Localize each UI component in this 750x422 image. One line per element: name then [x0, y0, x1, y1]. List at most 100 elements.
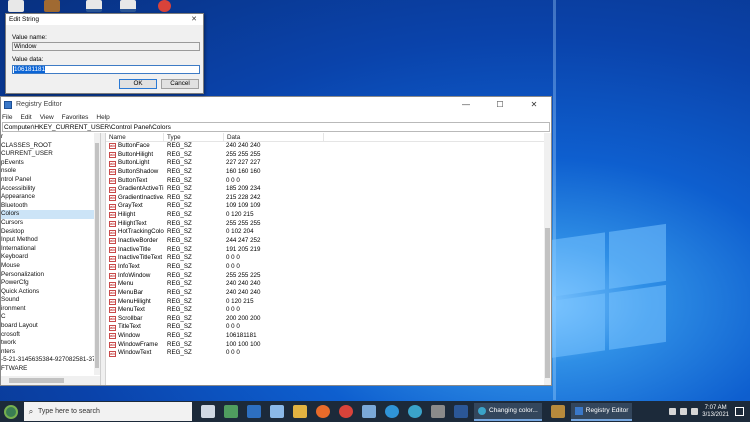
desktop-folder-icon[interactable] — [44, 0, 60, 12]
maximize-button[interactable]: ☐ — [483, 97, 517, 112]
table-row[interactable]: ab MenuHilight REG_SZ 0 120 215 — [106, 298, 551, 307]
table-row[interactable]: ab WindowFrame REG_SZ 100 100 100 — [106, 341, 551, 350]
table-row[interactable]: ab MenuBar REG_SZ 240 240 240 — [106, 289, 551, 298]
title-bar[interactable]: Registry Editor — ☐ ✕ — [1, 97, 551, 112]
table-row[interactable]: ab InfoText REG_SZ 0 0 0 — [106, 263, 551, 272]
menu-favorites[interactable]: Favorites — [62, 114, 89, 121]
chevron-up-icon[interactable] — [669, 408, 677, 415]
clock[interactable]: 7:07 AM 3/13/2021 — [702, 405, 729, 419]
photos-icon[interactable] — [270, 405, 284, 418]
firefox-icon[interactable] — [316, 405, 330, 418]
tree-item[interactable]: Keyboard — [1, 253, 100, 262]
table-row[interactable]: ab InactiveTitleText REG_SZ 0 0 0 — [106, 254, 551, 263]
table-row[interactable]: ab GradientActiveTi... REG_SZ 185 209 234 — [106, 185, 551, 194]
tree-horizontal-scrollbar[interactable] — [1, 376, 100, 385]
tree-item[interactable]: Input Method — [1, 236, 100, 245]
tree-item[interactable]: crosoft — [1, 331, 100, 340]
skype-icon[interactable] — [385, 405, 399, 418]
word-icon[interactable] — [454, 405, 468, 418]
dialog-title-bar[interactable]: Edit String ✕ — [6, 14, 203, 25]
table-row[interactable]: ab ButtonFace REG_SZ 240 240 240 — [106, 142, 551, 151]
tree-item[interactable]: nters — [1, 348, 100, 357]
tree-item[interactable]: ironment — [1, 305, 100, 314]
tree-item[interactable]: Mouse — [1, 262, 100, 271]
desktop-chrome-icon[interactable] — [158, 0, 171, 12]
tree-item[interactable]: Bluetooth — [1, 202, 100, 211]
volume-icon[interactable] — [691, 408, 699, 415]
task-view-icon[interactable] — [201, 405, 215, 418]
table-row[interactable]: ab ButtonLight REG_SZ 227 227 227 — [106, 159, 551, 168]
calculator-icon[interactable] — [224, 405, 238, 418]
ok-button[interactable]: OK — [119, 79, 157, 89]
tree-item[interactable]: Appearance — [1, 193, 100, 202]
edge-icon[interactable] — [408, 405, 422, 418]
tree-item[interactable]: FTWARE — [1, 365, 100, 374]
table-row[interactable]: ab MenuText REG_SZ 0 0 0 — [106, 306, 551, 315]
table-row[interactable]: ab InfoWindow REG_SZ 255 255 225 — [106, 272, 551, 281]
table-row[interactable]: ab ButtonHilight REG_SZ 255 255 255 — [106, 151, 551, 160]
tree-item[interactable]: Desktop — [1, 228, 100, 237]
tree-item[interactable]: Sound — [1, 296, 100, 305]
notification-icon[interactable] — [735, 407, 744, 416]
column-name-header[interactable]: Name — [106, 133, 164, 141]
table-row[interactable]: ab ButtonShadow REG_SZ 160 160 160 — [106, 168, 551, 177]
tree-item[interactable]: C — [1, 313, 100, 322]
column-data-header[interactable]: Data — [224, 133, 324, 141]
minimize-button[interactable]: — — [449, 97, 483, 112]
table-row[interactable]: ab HotTrackingColor REG_SZ 0 102 204 — [106, 228, 551, 237]
value-name-field[interactable]: Window — [12, 42, 200, 51]
address-path[interactable]: Computer\HKEY_CURRENT_USER\Control Panel… — [4, 124, 171, 131]
network-icon[interactable] — [680, 408, 688, 415]
column-type-header[interactable]: Type — [164, 133, 224, 141]
tree-item[interactable]: CLASSES_ROOT — [1, 142, 100, 151]
taskbar-search[interactable]: ⌕ Type here to search — [24, 402, 192, 421]
tree-item[interactable]: Accessibility — [1, 185, 100, 194]
table-row[interactable]: ab ButtonText REG_SZ 0 0 0 — [106, 177, 551, 186]
tree-item[interactable]: Quick Actions — [1, 288, 100, 297]
menu-edit[interactable]: Edit — [20, 114, 31, 121]
desktop-file-icon[interactable] — [8, 0, 24, 12]
table-row[interactable]: ab Hilight REG_SZ 0 120 215 — [106, 211, 551, 220]
tree-item[interactable]: International — [1, 245, 100, 254]
desktop-word-icon-2[interactable] — [120, 0, 136, 12]
table-row[interactable]: ab Window REG_SZ 106181181 — [106, 332, 551, 341]
dialog-close-button[interactable]: ✕ — [185, 14, 203, 25]
tree-item[interactable]: pEvents — [1, 159, 100, 168]
tree-item[interactable]: Colors — [1, 210, 100, 219]
tree-vertical-scrollbar[interactable] — [94, 133, 100, 375]
table-row[interactable]: ab Scrollbar REG_SZ 200 200 200 — [106, 315, 551, 324]
task-browser[interactable]: Changing color... — [474, 402, 542, 421]
list-vertical-scrollbar[interactable] — [544, 133, 551, 385]
menu-view[interactable]: View — [40, 114, 54, 121]
table-row[interactable]: ab TitleText REG_SZ 0 0 0 — [106, 323, 551, 332]
tree-item[interactable]: twork — [1, 339, 100, 348]
desktop-word-icon[interactable] — [86, 0, 102, 12]
chrome-icon[interactable] — [339, 405, 353, 418]
value-data-input[interactable]: 106181181 — [12, 65, 200, 74]
tree-item[interactable]: nsole — [1, 167, 100, 176]
menu-file[interactable]: File — [2, 114, 12, 121]
table-row[interactable]: ab HilightText REG_SZ 255 255 255 — [106, 220, 551, 229]
tree-item[interactable]: CURRENT_USER — [1, 150, 100, 159]
table-row[interactable]: ab InactiveBorder REG_SZ 244 247 252 — [106, 237, 551, 246]
paint-icon[interactable] — [362, 405, 376, 418]
table-row[interactable]: ab InactiveTitle REG_SZ 191 205 219 — [106, 246, 551, 255]
task-registry-editor[interactable]: Registry Editor — [570, 402, 633, 421]
tree-item[interactable]: Personalization — [1, 271, 100, 280]
tree-item[interactable]: Cursors — [1, 219, 100, 228]
close-button[interactable]: ✕ — [517, 97, 551, 112]
mail-icon[interactable] — [247, 405, 261, 418]
menu-help[interactable]: Help — [96, 114, 109, 121]
table-row[interactable]: ab GrayText REG_SZ 109 109 109 — [106, 202, 551, 211]
tree-item[interactable]: PowerCfg — [1, 279, 100, 288]
address-bar[interactable]: Computer\HKEY_CURRENT_USER\Control Panel… — [2, 122, 550, 132]
tree-item[interactable]: -5-21-3145635384-927082581-3728- — [1, 356, 100, 365]
start-button[interactable] — [0, 401, 22, 422]
table-row[interactable]: ab WindowText REG_SZ 0 0 0 — [106, 349, 551, 358]
table-row[interactable]: ab Menu REG_SZ 240 240 240 — [106, 280, 551, 289]
table-row[interactable]: ab GradientInactive... REG_SZ 215 228 242 — [106, 194, 551, 203]
tree-item[interactable]: board Layout — [1, 322, 100, 331]
folder-icon[interactable] — [293, 405, 307, 418]
tree-item[interactable]: r — [1, 133, 100, 142]
settings-icon[interactable] — [431, 405, 445, 418]
